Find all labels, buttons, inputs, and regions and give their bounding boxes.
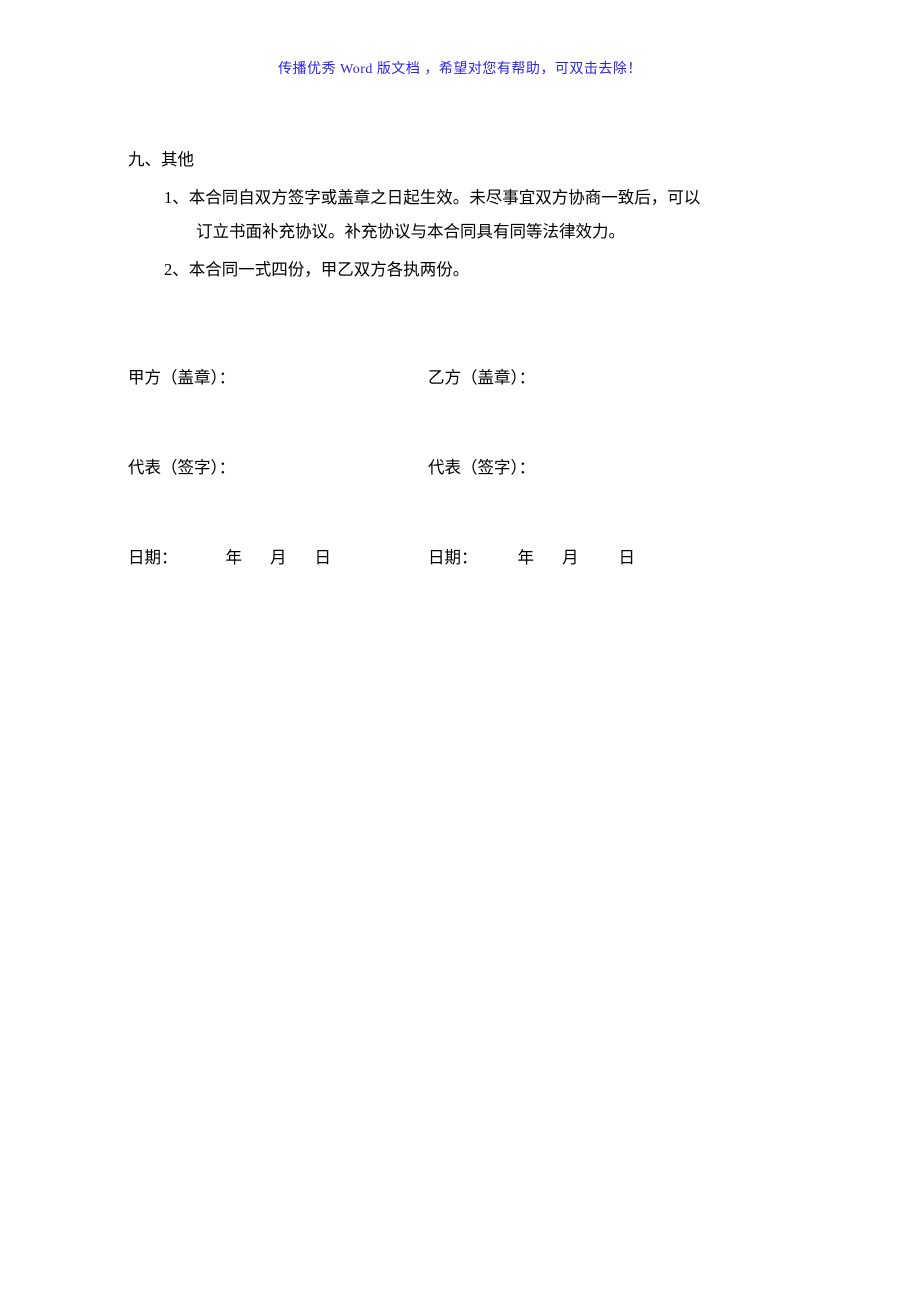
day-unit: 日	[315, 548, 332, 567]
list-item: 1、本合同自双方签字或盖章之日起生效。未尽事宜双方协商一致后，可以 订立书面补充…	[128, 183, 796, 247]
party-b-seal-label: 乙方（盖章）：	[428, 363, 796, 393]
rep-b-sign-label: 代表（签字）：	[428, 453, 796, 483]
document-page: 传播优秀 Word 版文档 ，希望对您有帮助，可双击去除！ 九、其他 1、本合同…	[0, 0, 920, 1302]
month-unit: 月	[562, 548, 579, 567]
header-watermark-note: 传播优秀 Word 版文档 ，希望对您有帮助，可双击去除！	[0, 58, 920, 78]
list-number: 1、	[164, 188, 189, 207]
signature-row-sign: 代表（签字）： 代表（签字）：	[128, 453, 796, 483]
document-content: 九、其他 1、本合同自双方签字或盖章之日起生效。未尽事宜双方协商一致后，可以 订…	[128, 145, 796, 573]
list-item: 2、本合同一式四份，甲乙双方各执两份。	[128, 255, 796, 285]
list-text-line1: 本合同一式四份，甲乙双方各执两份。	[189, 260, 470, 279]
year-unit: 年	[518, 548, 535, 567]
year-unit: 年	[226, 548, 243, 567]
month-unit: 月	[270, 548, 287, 567]
party-a-seal-label: 甲方（盖章）：	[128, 363, 428, 393]
date-right: 日期： 年 月 日	[428, 543, 796, 573]
rep-a-sign-label: 代表（签字）：	[128, 453, 428, 483]
date-row: 日期： 年 月 日 日期： 年 月 日	[128, 543, 796, 573]
list-text-line1: 本合同自双方签字或盖章之日起生效。未尽事宜双方协商一致后，可以	[189, 188, 701, 207]
date-label-a: 日期：	[128, 548, 178, 567]
date-left: 日期： 年 月 日	[128, 543, 428, 573]
signature-block: 甲方（盖章）： 乙方（盖章）： 代表（签字）： 代表（签字）： 日期： 年 月 日 日…	[128, 363, 796, 573]
day-unit: 日	[619, 548, 636, 567]
list-text-line2: 订立书面补充协议。补充协议与本合同具有同等法律效力。	[164, 217, 796, 247]
date-label-b: 日期：	[428, 548, 478, 567]
section-heading: 九、其他	[128, 145, 796, 175]
list-number: 2、	[164, 260, 189, 279]
signature-row-seal: 甲方（盖章）： 乙方（盖章）：	[128, 363, 796, 393]
